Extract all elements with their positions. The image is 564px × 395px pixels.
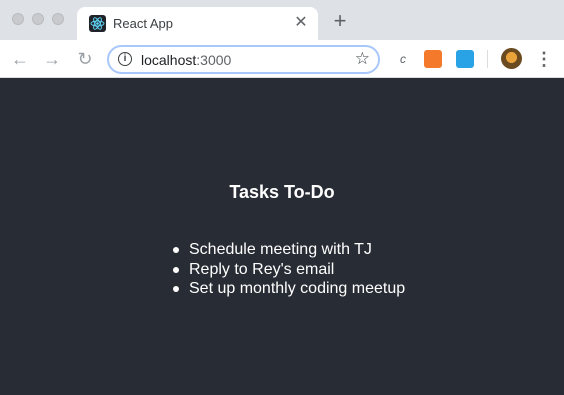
browser-toolbar: ← → ↻ i localhost:3000 ☆ c ⋮: [0, 40, 564, 78]
new-tab-button[interactable]: +: [329, 10, 351, 32]
page-title: Tasks To-Do: [229, 182, 335, 202]
task-item: Set up monthly coding meetup: [172, 280, 406, 297]
minimize-window-button[interactable]: [32, 13, 44, 25]
maximize-window-button[interactable]: [52, 13, 64, 25]
task-item: Schedule meeting with TJ: [172, 240, 405, 260]
address-bar[interactable]: i localhost:3000 ☆: [107, 45, 380, 74]
toolbar-divider: [487, 50, 488, 68]
analytics-extension-icon[interactable]: [424, 50, 442, 68]
app-page: Tasks To-Do Schedule meeting with TJ Rep…: [0, 78, 564, 395]
react-logo-icon: [89, 15, 106, 32]
browser-tab[interactable]: React App ✕: [77, 7, 318, 40]
back-icon[interactable]: ←: [9, 48, 31, 70]
tab-strip: React App ✕ +: [0, 0, 564, 40]
extension-icon[interactable]: c: [394, 50, 412, 68]
reload-icon[interactable]: ↻: [74, 48, 96, 70]
task-item: Reply to Rey's email: [172, 260, 405, 280]
close-window-button[interactable]: [12, 13, 24, 25]
blue-extension-icon[interactable]: [456, 50, 474, 68]
task-list: Schedule meeting with TJ Reply to Rey's …: [172, 240, 406, 299]
browser-menu-icon[interactable]: ⋮: [535, 48, 553, 70]
close-tab-icon[interactable]: ✕: [292, 14, 310, 32]
url-port: :3000: [196, 52, 232, 68]
url-host: localhost: [141, 52, 197, 68]
site-info-icon[interactable]: i: [118, 52, 132, 66]
profile-avatar[interactable]: [501, 48, 522, 69]
forward-icon[interactable]: →: [41, 48, 63, 70]
tab-title: React App: [113, 16, 173, 31]
url-text[interactable]: localhost:3000: [141, 52, 231, 68]
bookmark-star-icon[interactable]: ☆: [355, 49, 370, 69]
